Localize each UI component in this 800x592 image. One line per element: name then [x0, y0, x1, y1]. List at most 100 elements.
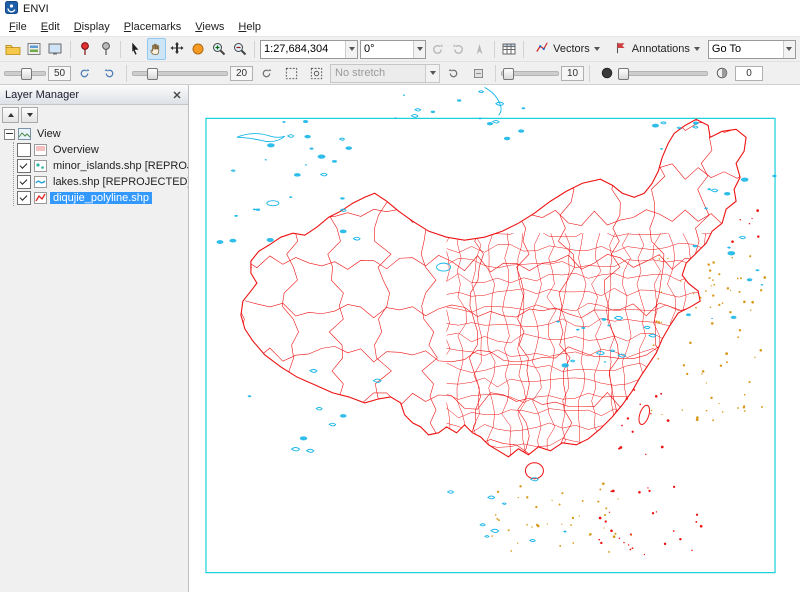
menu-placemarks[interactable]: Placemarks: [117, 19, 188, 35]
layer-manager-panel: Layer Manager View: [0, 85, 189, 592]
stretch-type-combo[interactable]: No stretch: [330, 64, 440, 83]
minor-islands-checkbox[interactable]: [17, 159, 31, 173]
transparency-opaque-icon[interactable]: [595, 62, 618, 84]
overview-thumbnail-icon: [34, 144, 47, 156]
rotation-combo[interactable]: [360, 40, 426, 59]
layer-manager-title: Layer Manager: [5, 89, 79, 101]
map-view[interactable]: [189, 85, 800, 592]
map-canvas[interactable]: [189, 85, 800, 592]
menu-display[interactable]: Display: [67, 19, 117, 35]
menu-file[interactable]: File: [2, 19, 34, 35]
stretch-reset-icon[interactable]: [442, 62, 465, 84]
lake-baikal-shape: [485, 87, 502, 115]
contrast-reset-icon[interactable]: [98, 62, 121, 84]
annotations-menu-button[interactable]: Annotations: [608, 38, 706, 61]
tree-view-root[interactable]: View: [4, 126, 188, 142]
vector-extent-box: [206, 118, 775, 572]
placemark-pin-icon[interactable]: [75, 38, 94, 60]
zoom-speed-slider[interactable]: [501, 66, 559, 80]
annotations-dropdown-icon: [694, 47, 700, 51]
stretch-full-extent-icon[interactable]: [305, 62, 328, 84]
main-area: Layer Manager View: [0, 85, 800, 592]
zoom-in-magnifier-icon[interactable]: [209, 38, 228, 60]
transparency-clear-icon[interactable]: [710, 62, 733, 84]
collapse-expander-icon[interactable]: [4, 129, 15, 140]
lakes-checkbox[interactable]: [17, 175, 31, 189]
zoom-out-magnifier-icon[interactable]: [230, 38, 249, 60]
select-arrow-icon[interactable]: [126, 38, 145, 60]
vectors-menu-button[interactable]: Vectors: [529, 38, 606, 61]
diqujie-layer-icon: [34, 192, 47, 204]
rotate-ccw-icon[interactable]: [428, 38, 447, 60]
new-view-icon[interactable]: [46, 38, 65, 60]
menu-edit[interactable]: Edit: [34, 19, 67, 35]
overview-checkbox[interactable]: [17, 143, 31, 157]
pan-hand-icon[interactable]: [147, 38, 166, 60]
stretch-dropdown-icon[interactable]: [425, 65, 439, 82]
lake-issykkul-shape: [267, 201, 279, 206]
vectors-dropdown-icon: [594, 47, 600, 51]
brightness-value: 50: [48, 66, 71, 81]
raster-table-icon[interactable]: [499, 38, 518, 60]
menu-bar: File Edit Display Placemarks Views Help: [0, 18, 800, 37]
minor-islands-graphics: [491, 255, 766, 553]
goto-dropdown-icon[interactable]: [783, 41, 795, 58]
view-children: Overview minor_islands.shp [REPROJECTED]: [13, 142, 188, 206]
stretch-view-extent-icon[interactable]: [280, 62, 303, 84]
envi-window: ENVI File Edit Display Placemarks Views …: [0, 0, 800, 592]
annotations-label: Annotations: [632, 43, 690, 55]
zoom-scale-combo[interactable]: [260, 40, 358, 59]
zoom-speed-value: 10: [561, 66, 584, 81]
rotate-cw-icon[interactable]: [449, 38, 468, 60]
stretch-type-value: No stretch: [331, 67, 425, 79]
scale-dropdown-icon[interactable]: [345, 41, 357, 58]
placemark-manager-icon[interactable]: [96, 38, 115, 60]
view-root-label: View: [34, 128, 64, 140]
goto-combo[interactable]: [708, 40, 796, 59]
lake-balkhash-shape: [237, 134, 285, 142]
layer-row-minor-islands[interactable]: minor_islands.shp [REPROJECTED]: [17, 158, 188, 174]
sharpen-slider[interactable]: [132, 66, 228, 80]
layer-row-lakes[interactable]: lakes.shp [REPROJECTED]: [17, 174, 188, 190]
title-bar: ENVI: [0, 0, 800, 18]
layer-manager-header[interactable]: Layer Manager: [0, 85, 188, 105]
layer-label-diqujie: diqujie_polyline.shp: [50, 192, 152, 204]
layer-tree: View Overview min: [0, 125, 188, 206]
brightness-reset-icon[interactable]: [73, 62, 96, 84]
menu-help[interactable]: Help: [231, 19, 268, 35]
main-toolbar: Vectors Annotations: [0, 37, 800, 62]
vectors-icon: [535, 41, 549, 58]
taiwan-island-outline: [637, 404, 652, 426]
layer-move-down-icon[interactable]: [21, 107, 38, 123]
layer-label-overview: Overview: [50, 144, 102, 156]
sharpen-reset-icon[interactable]: [255, 62, 278, 84]
window-title: ENVI: [23, 3, 49, 15]
fly-move-icon[interactable]: [168, 38, 187, 60]
stretch-options-icon[interactable]: [467, 62, 490, 84]
brightness-slider[interactable]: [4, 66, 46, 80]
layer-label-minor-islands: minor_islands.shp [REPROJECTED]: [50, 160, 188, 172]
layer-row-diqujie[interactable]: diqujie_polyline.shp: [17, 190, 188, 206]
north-arrow-icon[interactable]: [470, 38, 489, 60]
zoom-scale-input[interactable]: [261, 42, 345, 57]
rotation-dropdown-icon[interactable]: [413, 41, 425, 58]
layer-row-overview[interactable]: Overview: [17, 142, 188, 158]
envi-logo-icon: [5, 1, 18, 17]
data-manager-icon[interactable]: [25, 38, 44, 60]
scattered-islands-graphics: [598, 209, 759, 555]
layer-label-lakes: lakes.shp [REPROJECTED]: [50, 176, 188, 188]
open-folder-icon[interactable]: [4, 38, 23, 60]
diqujie-checkbox[interactable]: [17, 191, 31, 205]
goto-input[interactable]: [709, 42, 783, 57]
zoom-extent-icon[interactable]: [189, 38, 208, 60]
minor-islands-layer-icon: [34, 160, 47, 172]
layer-move-up-icon[interactable]: [2, 107, 19, 123]
hainan-island-outline: [525, 463, 543, 479]
lakes-layer-icon: [34, 176, 47, 188]
menu-views[interactable]: Views: [188, 19, 231, 35]
transparency-slider[interactable]: [620, 66, 708, 80]
panel-close-icon[interactable]: [170, 88, 183, 101]
lake-qinghai-shape: [437, 263, 451, 271]
transparency-value: 0: [735, 66, 763, 81]
rotation-input[interactable]: [361, 42, 413, 57]
